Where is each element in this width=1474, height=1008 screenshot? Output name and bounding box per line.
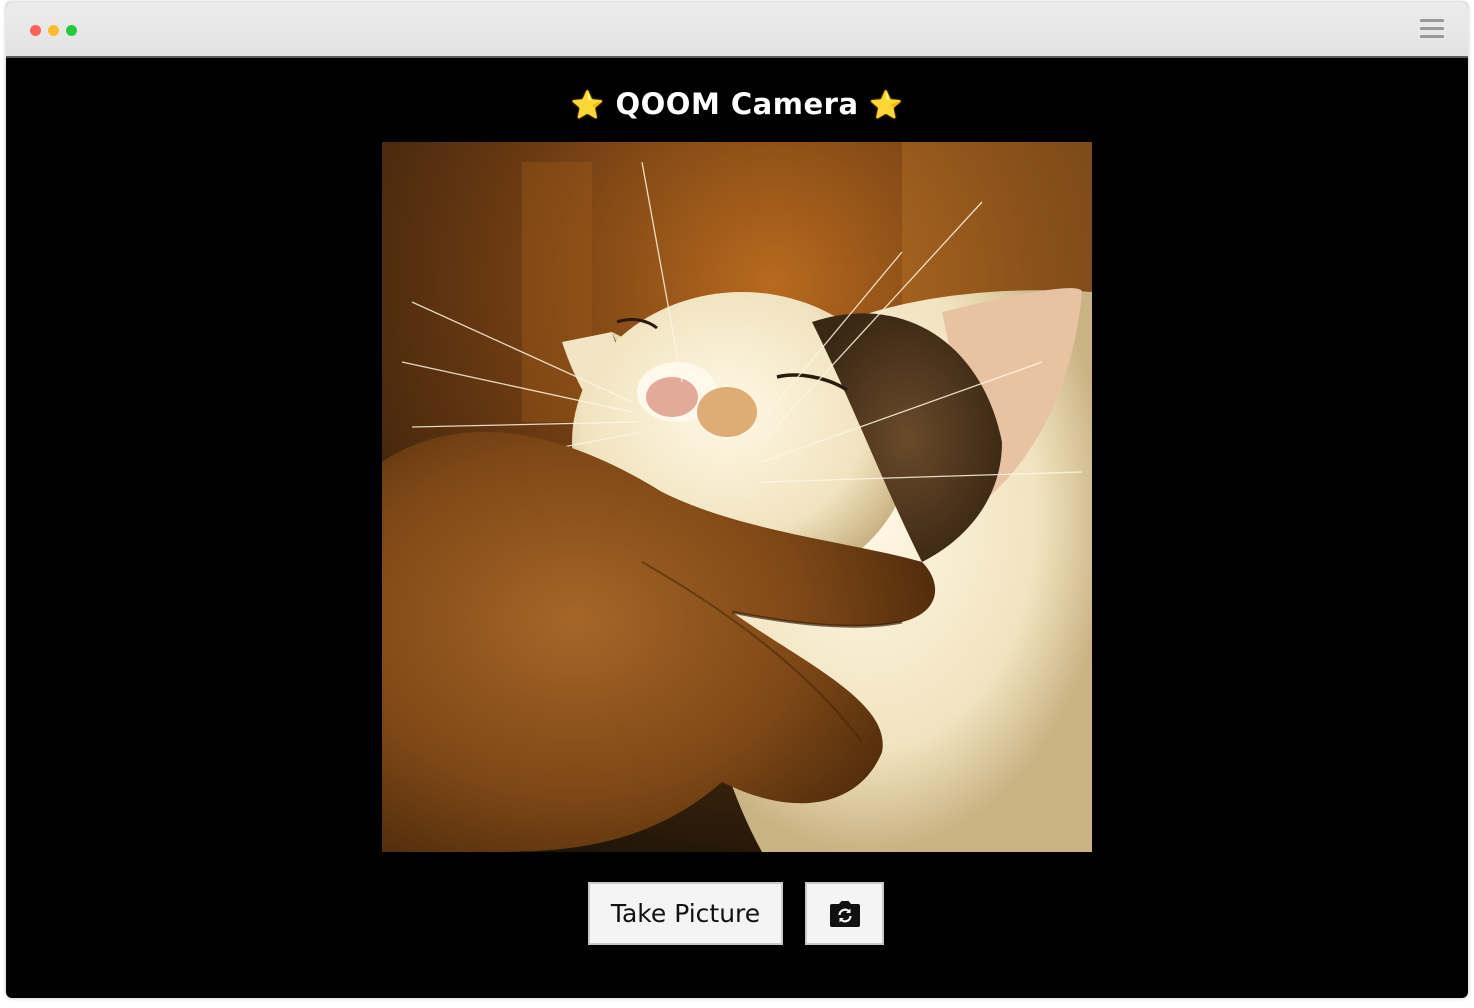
minimize-window-button[interactable] bbox=[48, 25, 59, 36]
app-title-text: QOOM Camera bbox=[615, 87, 859, 121]
switch-camera-button[interactable] bbox=[805, 882, 884, 945]
camera-viewfinder bbox=[382, 142, 1092, 852]
window-titlebar bbox=[6, 2, 1468, 58]
star-icon: ⭐ bbox=[570, 90, 605, 121]
app-title: ⭐ QOOM Camera ⭐ bbox=[6, 84, 1468, 126]
camera-rotate-icon bbox=[829, 900, 860, 927]
camera-feed-image bbox=[382, 142, 1092, 852]
hamburger-menu-icon[interactable] bbox=[1420, 19, 1444, 39]
camera-controls: Take Picture bbox=[6, 882, 1468, 945]
browser-window: ⭐ QOOM Camera ⭐ Take Picture bbox=[6, 2, 1468, 998]
star-icon: ⭐ bbox=[869, 90, 904, 121]
take-picture-button[interactable]: Take Picture bbox=[588, 882, 783, 945]
close-window-button[interactable] bbox=[30, 25, 41, 36]
maximize-window-button[interactable] bbox=[66, 25, 77, 36]
